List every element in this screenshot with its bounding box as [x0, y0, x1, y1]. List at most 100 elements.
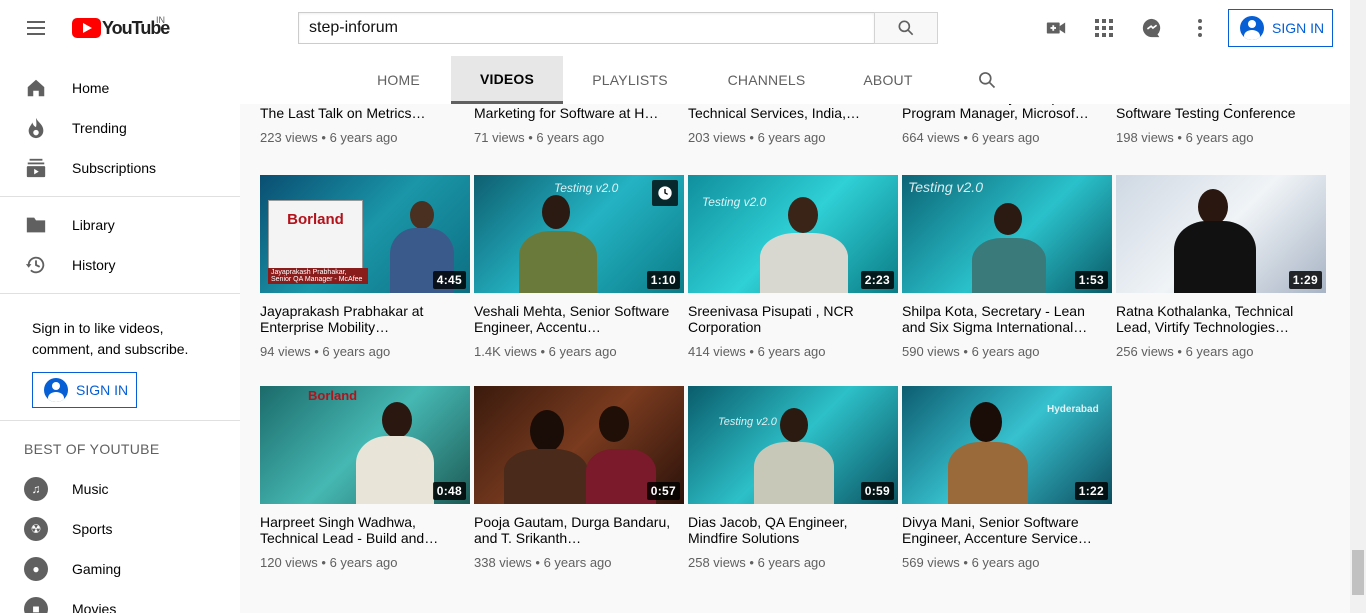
video-meta: 569 views • 6 years ago	[902, 555, 1040, 570]
video-card[interactable]: Testing v2.0 2:23 Sreenivasa Pisupati , …	[688, 175, 898, 359]
thumb-slogan: Testing v2.0	[718, 416, 777, 428]
sidebar-item-gaming[interactable]: ● Gaming	[0, 549, 240, 589]
video-title[interactable]: The Microcosm of Software:The Last Talk …	[260, 104, 470, 121]
sidebar-item-history[interactable]: History	[0, 245, 240, 285]
video-card[interactable]: Testing v2.0 1:10 Veshali Mehta, Senior …	[474, 175, 684, 359]
video-meta: 198 views • 6 years ago	[1116, 130, 1254, 145]
video-title[interactable]: Veshali Mehta, Senior Software Engineer,…	[474, 303, 684, 335]
video-title[interactable]: Ratna Kothalanka, Technical Lead, Virtif…	[1116, 303, 1326, 335]
video-title[interactable]: Jayaprakash Prabhakar at Enterprise Mobi…	[260, 303, 470, 335]
video-title[interactable]: Harpreet Singh Wadhwa, Technical Lead - …	[260, 514, 470, 546]
sidebar-item-trending[interactable]: Trending	[0, 108, 240, 148]
search-bar	[298, 12, 938, 44]
logo-country: IN	[156, 15, 165, 25]
video-meta: 1.4K views • 6 years ago	[474, 344, 617, 359]
video-thumbnail[interactable]: Testing v2.0 1:10	[474, 175, 684, 293]
video-title[interactable]: Divya Mani, Senior Software Engineer, Ac…	[902, 514, 1112, 546]
video-card[interactable]: Anirudh Bhardwaj, GroupProgram Manager, …	[902, 104, 1112, 145]
lower-third-caption: Jayaprakash Prabhakar, Senior QA Manager…	[268, 268, 368, 284]
video-card[interactable]: 1:29 Ratna Kothalanka, Technical Lead, V…	[1116, 175, 1326, 359]
video-thumbnail[interactable]: Testing v2.0 2:23	[688, 175, 898, 293]
sidebar-item-movies[interactable]: ■ Movies	[0, 589, 240, 613]
video-title[interactable]: Pooja Gautam, Durga Bandaru, and T. Srik…	[474, 514, 684, 546]
video-card[interactable]: Borland 0:48 Harpreet Singh Wadhwa, Tech…	[260, 386, 470, 570]
thumb-hyderabad: Hyderabad	[1047, 404, 1099, 415]
tab-about[interactable]: ABOUT	[851, 56, 925, 104]
tab-playlists[interactable]: PLAYLISTS	[579, 56, 681, 104]
search-input[interactable]	[298, 12, 874, 44]
sidebar-item-label: Movies	[72, 601, 117, 613]
video-card[interactable]: Mahesh Mani, DirectorTechnical Services,…	[688, 104, 898, 145]
video-meta: 664 views • 6 years ago	[902, 130, 1040, 145]
video-title[interactable]: Anirudh Bhardwaj, GroupProgram Manager, …	[902, 104, 1112, 121]
home-icon	[24, 76, 48, 100]
account-icon	[1240, 16, 1264, 40]
apps-grid-icon[interactable]	[1092, 16, 1116, 40]
youtube-logo[interactable]: YouTube IN	[72, 15, 170, 39]
best-of-youtube-heading: BEST OF YOUTUBE	[24, 441, 160, 457]
trending-icon	[24, 116, 48, 140]
movies-icon: ■	[24, 597, 48, 613]
video-card[interactable]: Borland Jayaprakash Prabhakar, Senior QA…	[260, 175, 470, 359]
video-title[interactable]: Mahesh Mani, DirectorTechnical Services,…	[688, 104, 898, 121]
sidebar-item-label: Subscriptions	[72, 160, 157, 176]
gaming-icon: ●	[24, 557, 48, 581]
video-title[interactable]: Jonathan Rohde, VP ProductMarketing for …	[474, 104, 684, 121]
tab-channels[interactable]: CHANNELS	[714, 56, 819, 104]
video-meta: 338 views • 6 years ago	[474, 555, 612, 570]
menu-icon[interactable]	[24, 16, 48, 40]
create-video-icon[interactable]	[1044, 16, 1068, 40]
sidebar-divider	[0, 293, 240, 294]
video-meta: 120 views • 6 years ago	[260, 555, 398, 570]
history-icon	[24, 253, 48, 277]
video-title[interactable]: Shilpa Kota, Secretary - Lean and Six Si…	[902, 303, 1112, 335]
tab-videos[interactable]: VIDEOS	[451, 56, 563, 104]
video-thumbnail[interactable]: Hyderabad 1:22	[902, 386, 1112, 504]
video-card[interactable]: Testing v2.0 0:59 Dias Jacob, QA Enginee…	[688, 386, 898, 570]
video-duration: 1:29	[1288, 271, 1322, 289]
video-thumbnail[interactable]: Borland Jayaprakash Prabhakar, Senior QA…	[260, 175, 470, 293]
video-thumbnail[interactable]: 0:57	[474, 386, 684, 504]
video-thumbnail[interactable]: Borland 0:48	[260, 386, 470, 504]
messages-icon[interactable]	[1140, 16, 1164, 40]
video-card[interactable]: Testing v2.0 1:53 Shilpa Kota, Secretary…	[902, 175, 1112, 359]
sidebar: Home Trending Subscriptions Library Hist…	[0, 56, 240, 613]
video-card[interactable]: The Microcosm of Software:The Last Talk …	[260, 104, 470, 145]
sidebar-item-label: Gaming	[72, 561, 122, 577]
video-thumbnail[interactable]: Testing v2.0 0:59	[688, 386, 898, 504]
sidebar-item-label: Library	[72, 217, 115, 233]
video-card[interactable]: Hyderabad 1:22 Divya Mani, Senior Softwa…	[902, 386, 1112, 570]
video-card[interactable]: 0:57 Pooja Gautam, Durga Bandaru, and T.…	[474, 386, 684, 570]
sign-in-button[interactable]: SIGN IN	[1228, 9, 1333, 47]
video-title[interactable]: Sreenivasa Pisupati , NCR Corporation	[688, 303, 898, 335]
more-options-icon[interactable]	[1188, 16, 1212, 40]
video-meta: 414 views • 6 years ago	[688, 344, 826, 359]
video-meta: 94 views • 6 years ago	[260, 344, 391, 359]
sidebar-item-library[interactable]: Library	[0, 205, 240, 245]
video-meta: 256 views • 6 years ago	[1116, 344, 1254, 359]
video-title[interactable]: Dias Jacob, QA Engineer, Mindfire Soluti…	[688, 514, 898, 546]
sidebar-item-sports[interactable]: ☢ Sports	[0, 509, 240, 549]
video-duration: 2:23	[860, 271, 894, 289]
video-card[interactable]: Anand Aranki at HyderabadSoftware Testin…	[1116, 104, 1326, 145]
scrollbar-thumb[interactable]	[1352, 550, 1364, 595]
video-meta: 590 views • 6 years ago	[902, 344, 1040, 359]
search-button[interactable]	[874, 12, 938, 44]
channel-search-icon[interactable]	[974, 56, 1000, 104]
sidebar-item-subscriptions[interactable]: Subscriptions	[0, 148, 240, 188]
sidebar-item-label: Home	[72, 80, 110, 96]
sidebar-item-music[interactable]: ♫ Music	[0, 469, 240, 509]
sidebar-sign-in-button[interactable]: SIGN IN	[32, 372, 137, 408]
video-thumbnail[interactable]: Testing v2.0 1:53	[902, 175, 1112, 293]
video-thumbnail[interactable]: 1:29	[1116, 175, 1326, 293]
page-scrollbar[interactable]	[1350, 0, 1366, 613]
library-icon	[24, 213, 48, 237]
video-card[interactable]: Jonathan Rohde, VP ProductMarketing for …	[474, 104, 684, 145]
sign-in-label: SIGN IN	[1272, 20, 1325, 36]
video-title[interactable]: Anand Aranki at HyderabadSoftware Testin…	[1116, 104, 1326, 121]
tab-home[interactable]: HOME	[360, 56, 437, 104]
watch-later-icon[interactable]	[652, 180, 678, 206]
sidebar-item-home[interactable]: Home	[0, 68, 240, 108]
video-duration: 1:10	[646, 271, 680, 289]
sign-in-label: SIGN IN	[76, 382, 129, 398]
